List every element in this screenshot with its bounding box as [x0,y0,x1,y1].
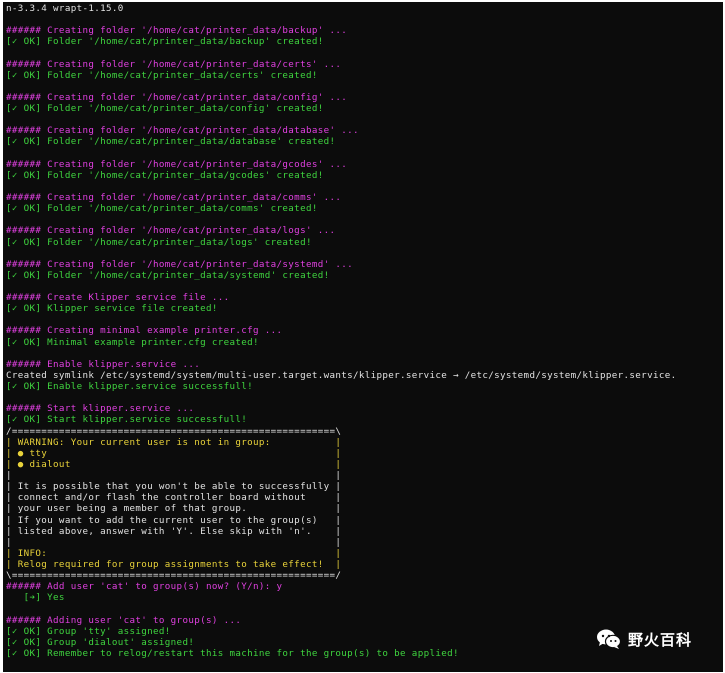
terminal-line: ###### Add user 'cat' to group(s) now? (… [6,581,283,593]
terminal-line: ###### Creating folder '/home/cat/printe… [6,258,353,270]
terminal-line: [✓ OK] Folder '/home/cat/printer_data/co… [6,203,318,215]
terminal-line: [✓ OK] Folder '/home/cat/printer_data/co… [6,103,324,115]
terminal-line: ###### Creating folder '/home/cat/printe… [6,225,336,237]
terminal-line: n-3.3.4 wrapt-1.15.0 [6,3,124,14]
terminal-line: | | [6,470,342,482]
terminal-line: ###### Creating folder '/home/cat/printe… [6,58,342,70]
terminal-line: [✓ OK] Group 'tty' assigned! [6,625,171,637]
terminal-line: [✓ OK] Folder '/home/cat/printer_data/gc… [6,169,324,181]
terminal-line: [✓ OK] Folder '/home/cat/printer_data/ba… [6,36,324,48]
terminal-line: [✓ OK] Minimal example printer.cfg creat… [6,336,259,348]
terminal-line: ###### Create Klipper service file ... [6,292,230,304]
terminal-line: \=======================================… [6,570,342,582]
terminal-line: ###### Creating folder '/home/cat/printe… [6,125,359,137]
terminal-line: [✓ OK] Folder '/home/cat/printer_data/ce… [6,69,318,81]
terminal-line: | connect and/or flash the controller bo… [6,492,342,504]
terminal-line: ###### Adding user 'cat' to group(s) ... [6,614,242,626]
terminal-line: ###### Creating minimal example printer.… [6,325,283,337]
terminal-line: [✓ OK] Folder '/home/cat/printer_data/lo… [6,236,312,248]
terminal-line: ###### Creating folder '/home/cat/printe… [6,25,348,37]
terminal-line: [✓ OK] Klipper service file created! [6,303,218,315]
terminal-line: | It is possible that you won't be able … [6,481,342,493]
terminal-line: | INFO: | [6,547,342,559]
terminal-line: | Relog required for group assignments t… [6,559,342,570]
terminal-line: [✓ OK] Folder '/home/cat/printer_data/da… [6,136,336,148]
terminal-window[interactable]: n-3.3.4 wrapt-1.15.0 ###### Creating fold… [3,2,723,672]
terminal-line: ###### Creating folder '/home/cat/printe… [6,192,342,204]
terminal-line: [➔] Yes [6,592,65,604]
terminal-line: | ● dialout | [6,458,342,470]
terminal-line: [✓ OK] Group 'dialout' assigned! [6,636,195,648]
terminal-line: ###### Creating folder '/home/cat/printe… [6,91,348,103]
terminal-line: ###### Enable klipper.service ... [6,358,201,370]
terminal-line: [✓ OK] Start klipper.service successfull… [6,414,248,426]
wechat-icon [597,629,622,649]
terminal-line: ###### Start klipper.service ... [6,403,195,415]
terminal-line: /=======================================… [6,425,342,437]
terminal-line: [✓ OK] Enable klipper.service successful… [6,381,254,393]
terminal-line: | your user being a member of that group… [6,503,342,515]
watermark-text: 野火百科 [628,630,693,649]
terminal-line: [✓ OK] Remember to relog/restart this ma… [6,647,459,659]
terminal-line: | listed above, answer with 'Y'. Else sk… [6,525,342,537]
terminal-line: | ● tty | [6,447,342,459]
terminal-line: | WARNING: Your current user is not in g… [6,436,342,448]
terminal-line: | If you want to add the current user to… [6,514,342,526]
terminal-line: [✓ OK] Folder '/home/cat/printer_data/sy… [6,269,330,281]
terminal-line: ###### Creating folder '/home/cat/printe… [6,158,348,170]
watermark: 野火百科 [596,627,692,651]
terminal-line: | | [6,536,342,548]
terminal-line: Created symlink /etc/systemd/system/mult… [6,369,677,381]
